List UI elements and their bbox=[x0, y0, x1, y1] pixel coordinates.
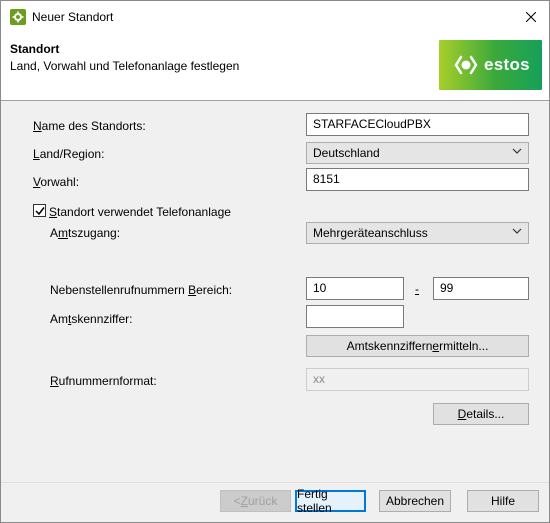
help-button[interactable]: Hilfe bbox=[467, 490, 539, 512]
cancel-button[interactable]: Abbrechen bbox=[379, 490, 451, 512]
window-title: Neuer Standort bbox=[32, 10, 114, 24]
title-bar: Neuer Standort bbox=[1, 1, 549, 32]
chevron-down-icon bbox=[512, 228, 522, 234]
uses-pbx-label[interactable]: Standort verwendet Telefonanlage bbox=[49, 205, 231, 219]
finish-button[interactable]: Fertig stellen bbox=[295, 487, 366, 515]
outside-line-digit-label: Amtskennziffer: bbox=[50, 312, 133, 326]
uses-pbx-checkbox[interactable] bbox=[33, 204, 46, 217]
back-button[interactable]: < Zurück bbox=[220, 490, 291, 512]
logo-text: estos bbox=[484, 55, 530, 74]
logo-mark-icon bbox=[454, 55, 478, 75]
line-access-label: Amtszugang: bbox=[50, 226, 121, 240]
extension-range-to-input[interactable]: 99 bbox=[433, 277, 529, 300]
check-icon bbox=[35, 207, 45, 216]
location-name-label: Name des Standorts: bbox=[33, 119, 146, 133]
line-access-select-value: Mehrgeräteanschluss bbox=[313, 226, 428, 240]
extension-range-label: Nebenstellenrufnummern Bereich: bbox=[50, 283, 233, 297]
chevron-down-icon bbox=[512, 148, 522, 154]
footer-divider bbox=[1, 482, 549, 483]
detect-outside-line-digits-button[interactable]: Amtskennziffern e rmitteln... bbox=[306, 335, 529, 357]
wizard-header: Standort Land, Vorwahl und Telefonanlage… bbox=[1, 32, 549, 101]
area-code-label: Vorwahl: bbox=[33, 175, 80, 189]
estos-logo: estos bbox=[439, 40, 542, 90]
country-select-value: Deutschland bbox=[313, 146, 380, 160]
extension-range-separator: - bbox=[415, 282, 419, 296]
line-access-select[interactable]: Mehrgeräteanschluss bbox=[306, 222, 529, 244]
page-subtitle: Land, Vorwahl und Telefonanlage festlege… bbox=[10, 59, 240, 73]
number-format-label: Rufnummernformat: bbox=[50, 374, 157, 388]
outside-line-digit-input[interactable] bbox=[306, 305, 404, 328]
gear-icon bbox=[10, 9, 26, 25]
page-title: Standort bbox=[10, 42, 60, 56]
extension-range-from-input[interactable]: 10 bbox=[306, 277, 404, 300]
number-format-input: xx bbox=[306, 368, 529, 391]
close-button[interactable] bbox=[513, 1, 549, 32]
location-name-input[interactable]: STARFACECloudPBX bbox=[306, 113, 529, 136]
area-code-input[interactable]: 8151 bbox=[306, 168, 529, 191]
country-label: Land/Region: bbox=[33, 147, 105, 161]
details-button[interactable]: Details... bbox=[433, 403, 529, 425]
dialog-window: Neuer Standort Standort Land, Vorwahl un… bbox=[0, 0, 550, 523]
close-icon[interactable] bbox=[526, 11, 536, 22]
country-select[interactable]: Deutschland bbox=[306, 142, 529, 164]
